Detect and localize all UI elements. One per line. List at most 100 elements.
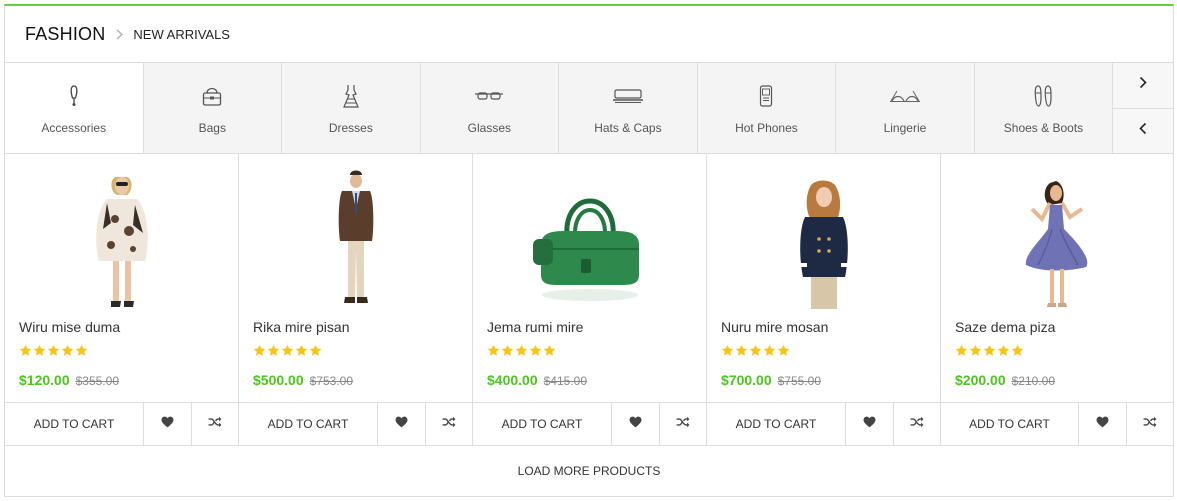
tab-label: Glasses (467, 121, 512, 135)
module-title: FASHION (25, 23, 106, 44)
product-name[interactable]: Nuru mire mosan (721, 319, 926, 335)
wishlist-button[interactable] (144, 403, 191, 445)
shuffle-icon (208, 415, 222, 433)
star-icon (281, 344, 294, 362)
product-info: Saze dema piza $200.00 $210.00 (941, 313, 1173, 402)
star-icon (1011, 344, 1024, 362)
accessories-icon (67, 81, 81, 111)
prev-category-button[interactable] (1113, 107, 1174, 153)
add-to-cart-button[interactable]: ADD TO CART (239, 403, 378, 445)
compare-button[interactable] (1126, 403, 1173, 445)
star-icon (749, 344, 762, 362)
product-actions: ADD TO CART (941, 402, 1173, 445)
tab-hats-caps[interactable]: Hats & Caps (559, 63, 698, 153)
star-icon (501, 344, 514, 362)
load-more-button[interactable]: LOAD MORE PRODUCTS (5, 446, 1173, 495)
product-image[interactable] (707, 154, 940, 313)
category-nav (1113, 63, 1174, 153)
product-image[interactable] (941, 154, 1173, 313)
star-icon (47, 344, 60, 362)
product-name[interactable]: Jema rumi mire (487, 319, 692, 335)
tab-label: Shoes & Boots (1003, 121, 1084, 135)
product-actions: ADD TO CART (239, 402, 472, 445)
rating-stars (955, 344, 1159, 362)
tab-accessories[interactable]: Accessories (5, 63, 144, 153)
product-image[interactable] (473, 154, 706, 313)
star-icon (295, 344, 308, 362)
product-image[interactable] (5, 154, 238, 313)
tab-label: Hats & Caps (594, 121, 662, 135)
wishlist-button[interactable] (1079, 403, 1126, 445)
product-card: Nuru mire mosan $700.00 $755.00 ADD TO C… (707, 154, 941, 445)
tab-dresses[interactable]: Dresses (282, 63, 421, 153)
product-card: Rika mire pisan $500.00 $753.00 ADD TO C… (239, 154, 473, 445)
star-icon (253, 344, 266, 362)
product-name[interactable]: Saze dema piza (955, 319, 1159, 335)
lingerie-icon (889, 81, 921, 111)
product-name[interactable]: Wiru mise duma (19, 319, 224, 335)
add-to-cart-button[interactable]: ADD TO CART (5, 403, 144, 445)
star-icon (487, 344, 500, 362)
star-icon (75, 344, 88, 362)
tab-label: Dresses (328, 121, 373, 135)
wishlist-button[interactable] (846, 403, 893, 445)
star-icon (543, 344, 556, 362)
compare-button[interactable] (893, 403, 940, 445)
bag-icon (201, 81, 223, 111)
wishlist-button[interactable] (612, 403, 659, 445)
product-price: $400.00 (487, 372, 538, 389)
tab-lingerie[interactable]: Lingerie (836, 63, 975, 153)
module-subtitle: NEW ARRIVALS (133, 26, 230, 42)
shuffle-icon (442, 415, 456, 433)
star-icon (19, 344, 32, 362)
tab-label: Lingerie (883, 121, 927, 135)
star-icon (721, 344, 734, 362)
product-actions: ADD TO CART (5, 402, 238, 445)
tab-label: Accessories (41, 121, 107, 135)
tab-glasses[interactable]: Glasses (420, 63, 560, 153)
price-row: $700.00 $755.00 (721, 372, 926, 388)
new-arrivals-module: FASHION NEW ARRIVALS Accessories Bags Dr… (4, 4, 1174, 497)
phone-icon (759, 81, 773, 111)
compare-button[interactable] (659, 403, 706, 445)
product-name[interactable]: Rika mire pisan (253, 319, 458, 335)
product-old-price: $753.00 (309, 374, 353, 389)
compare-button[interactable] (191, 403, 238, 445)
shuffle-icon (1143, 415, 1157, 433)
dress-icon (342, 81, 360, 111)
shoes-icon (1033, 81, 1053, 111)
heart-icon (395, 415, 408, 433)
product-old-price: $355.00 (75, 374, 119, 389)
product-old-price: $755.00 (777, 374, 821, 389)
breadcrumb-chevron-icon (116, 29, 124, 40)
heart-icon (863, 415, 876, 433)
star-icon (955, 344, 968, 362)
star-icon (529, 344, 542, 362)
product-info: Jema rumi mire $400.00 $415.00 (473, 313, 706, 402)
rating-stars (721, 344, 926, 362)
star-icon (267, 344, 280, 362)
tab-hot-phones[interactable]: Hot Phones (697, 63, 837, 153)
heart-icon (1096, 415, 1109, 433)
compare-button[interactable] (425, 403, 472, 445)
product-actions: ADD TO CART (707, 402, 940, 445)
next-category-button[interactable] (1113, 63, 1174, 108)
price-row: $500.00 $753.00 (253, 372, 458, 388)
heart-icon (161, 415, 174, 433)
price-row: $400.00 $415.00 (487, 372, 692, 388)
tab-shoes-boots[interactable]: Shoes & Boots (974, 63, 1114, 153)
product-image[interactable] (239, 154, 472, 313)
add-to-cart-button[interactable]: ADD TO CART (941, 403, 1079, 445)
wishlist-button[interactable] (378, 403, 425, 445)
star-icon (969, 344, 982, 362)
product-price: $700.00 (721, 372, 772, 389)
add-to-cart-button[interactable]: ADD TO CART (707, 403, 846, 445)
product-info: Wiru mise duma $120.00 $355.00 (5, 313, 238, 402)
add-to-cart-button[interactable]: ADD TO CART (473, 403, 612, 445)
product-old-price: $415.00 (543, 374, 587, 389)
hat-icon (612, 81, 644, 111)
tab-label: Hot Phones (735, 121, 798, 135)
star-icon (763, 344, 776, 362)
star-icon (61, 344, 74, 362)
tab-bags[interactable]: Bags (143, 63, 283, 153)
